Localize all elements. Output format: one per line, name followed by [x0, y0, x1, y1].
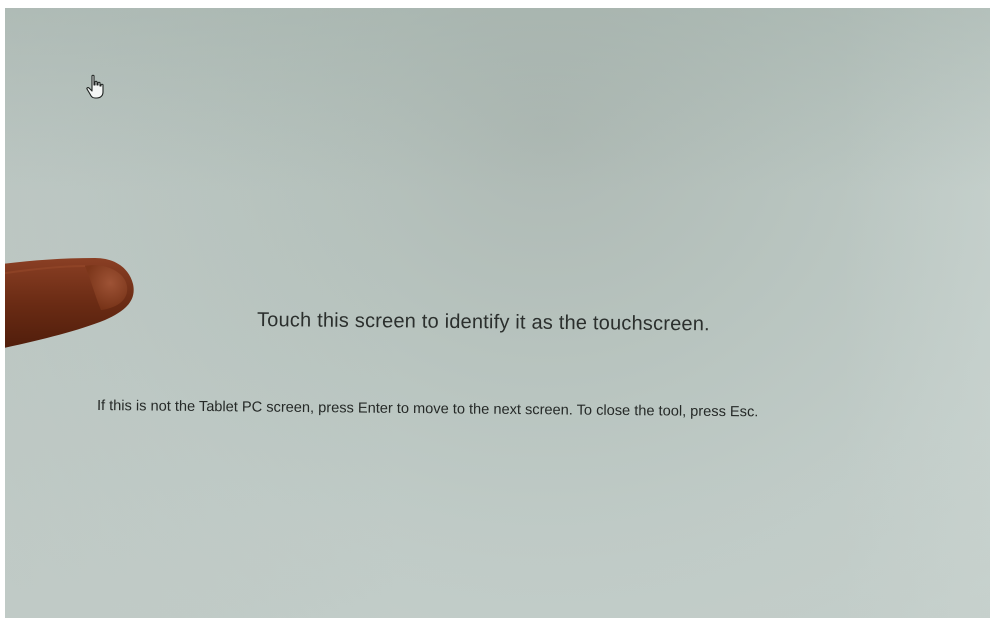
finger-touching-screen	[5, 258, 134, 348]
page-title: Touch this screen to identify it as the …	[256, 309, 710, 336]
hand-pointer-icon	[86, 74, 104, 99]
instruction-text: If this is not the Tablet PC screen, pre…	[96, 398, 759, 421]
touchscreen-identification-screen[interactable]: Touch this screen to identify it as the …	[5, 8, 990, 618]
